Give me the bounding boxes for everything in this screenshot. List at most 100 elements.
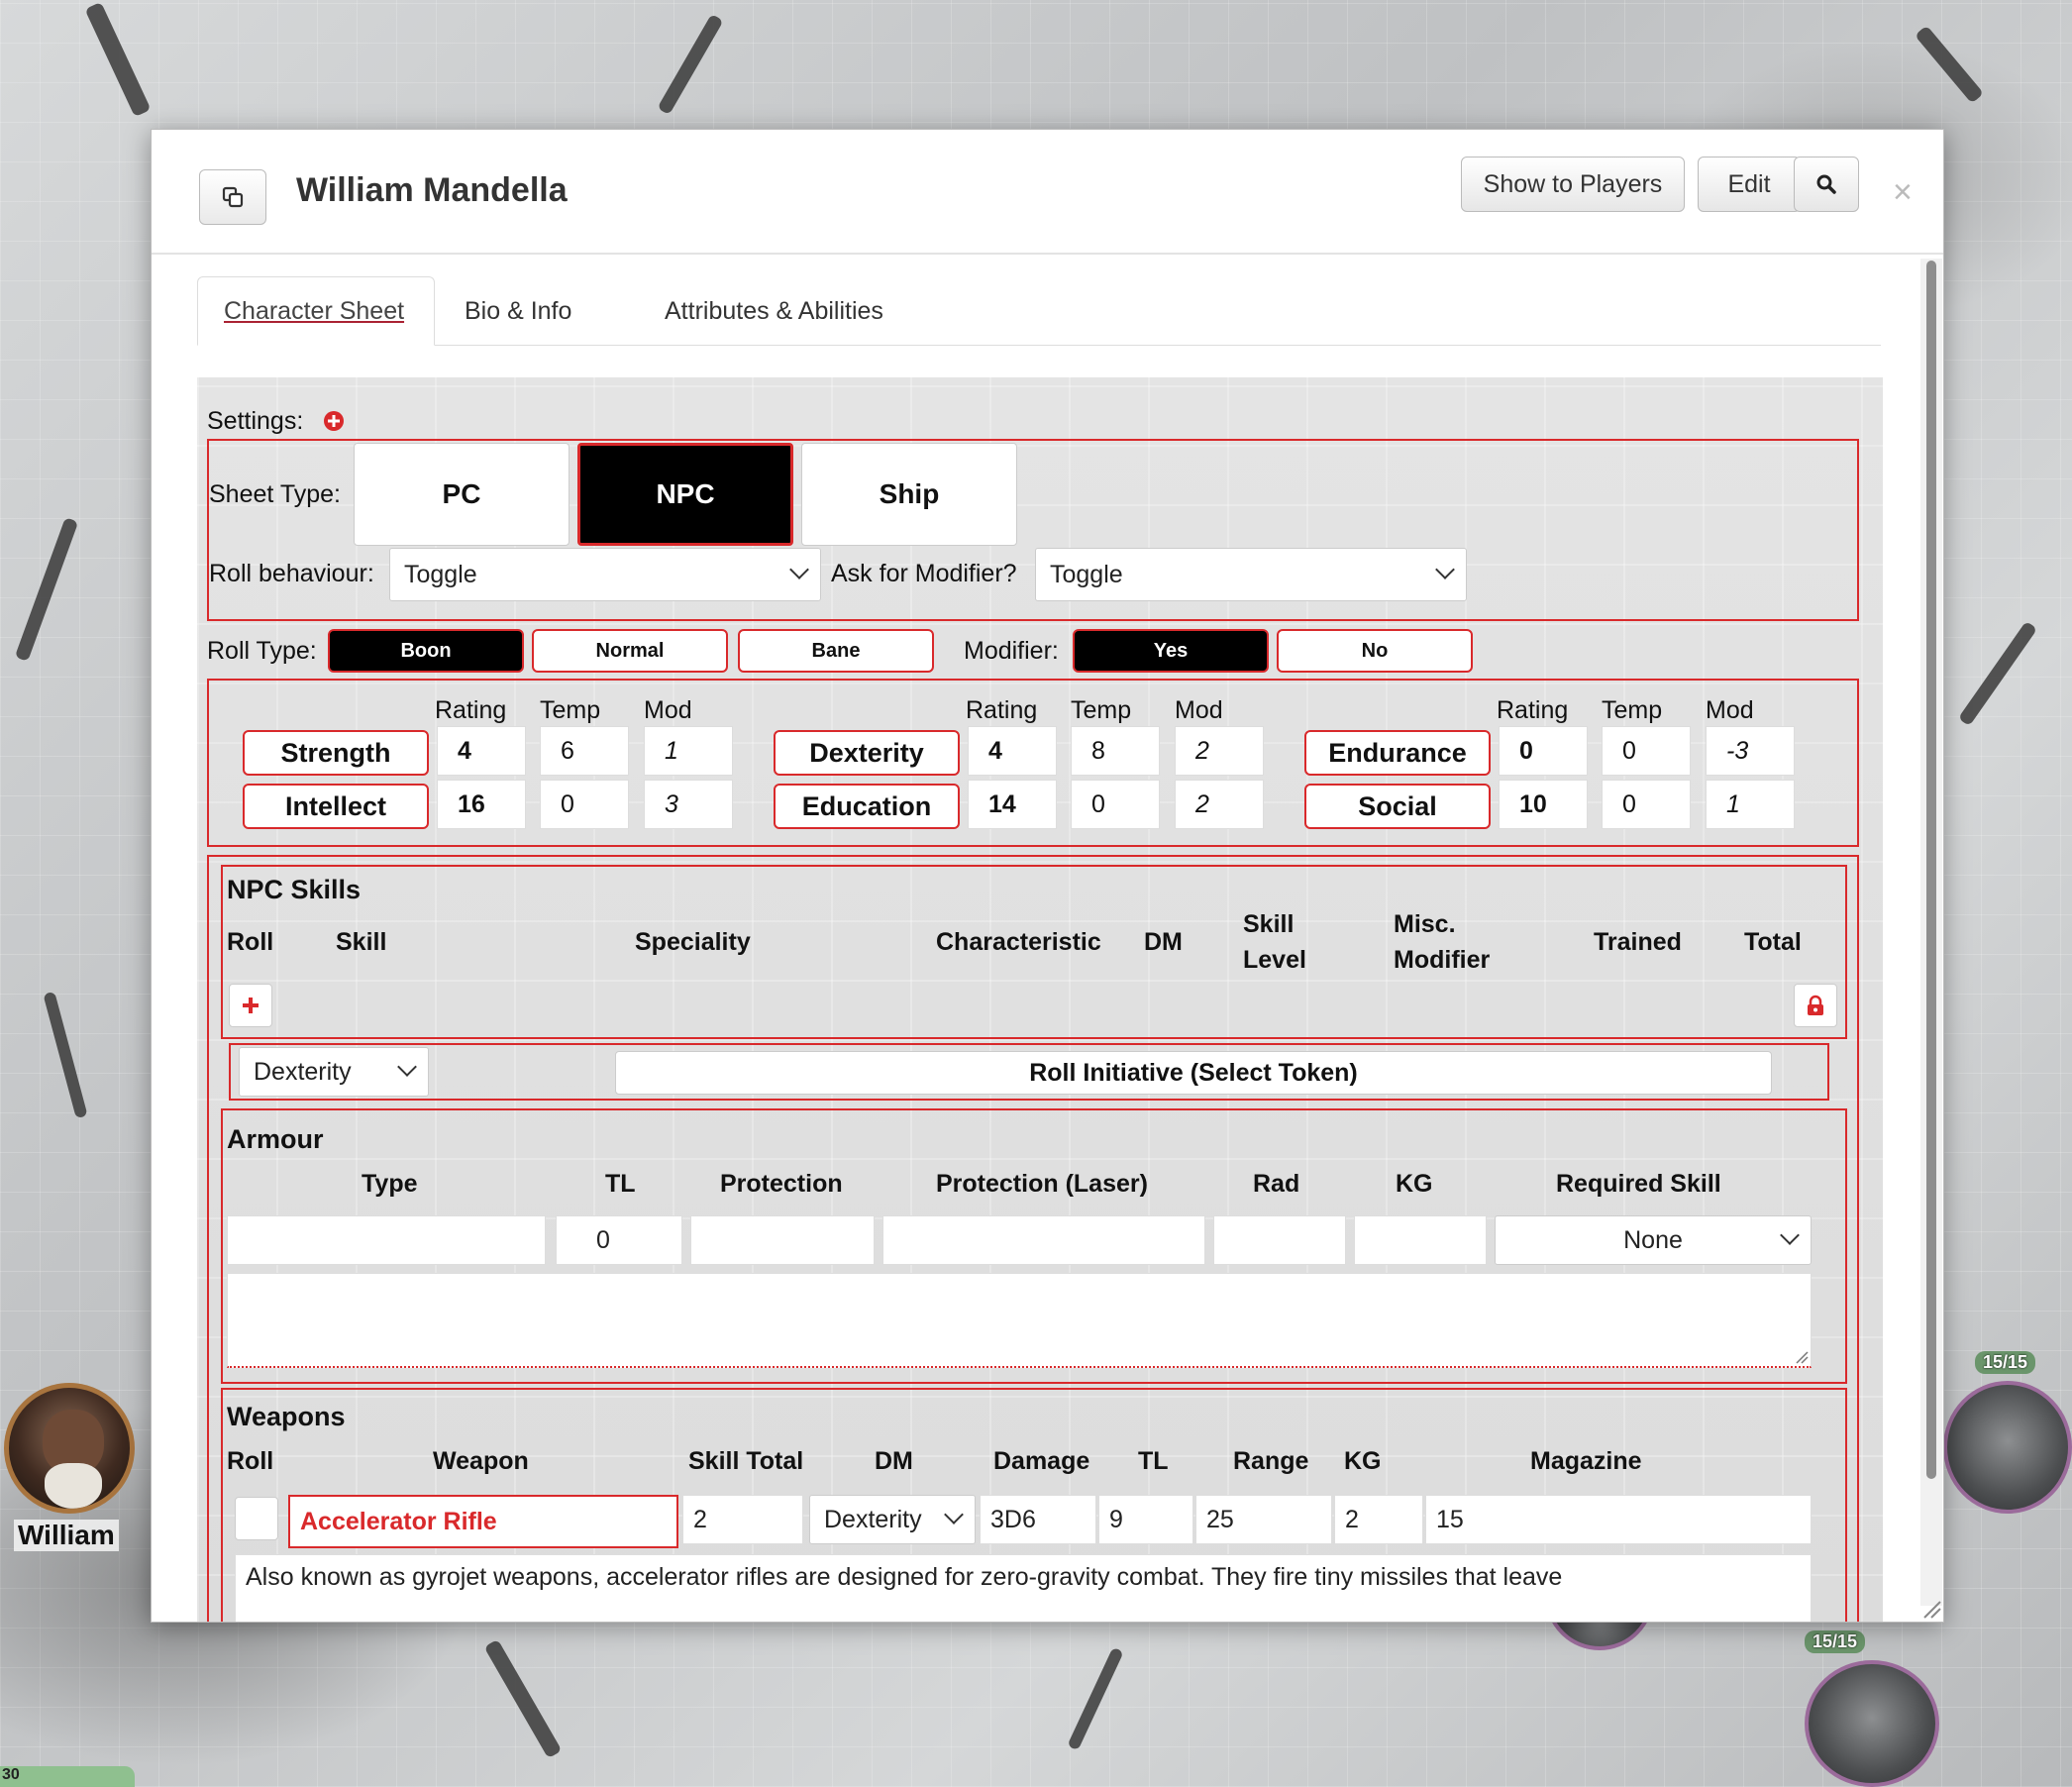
edit-button[interactable]: Edit: [1698, 157, 1801, 212]
armour-protection-input[interactable]: [690, 1215, 875, 1265]
strength-temp[interactable]: 6: [540, 726, 629, 776]
weapons-title: Weapons: [227, 1402, 346, 1431]
mod-header: Mod: [644, 696, 692, 724]
hp-badge: 15/15: [1805, 1630, 1866, 1653]
show-to-players-button[interactable]: Show to Players: [1461, 157, 1685, 212]
social-temp[interactable]: 0: [1602, 780, 1691, 829]
search-button[interactable]: [1794, 157, 1859, 212]
education-temp[interactable]: 0: [1071, 780, 1160, 829]
armour-kg-input[interactable]: [1354, 1215, 1487, 1265]
weapon-dm-value: Dexterity: [824, 1505, 922, 1533]
armour-notes-textarea[interactable]: [227, 1273, 1812, 1368]
enemy-token[interactable]: [1805, 1660, 1939, 1787]
map-crack: [14, 517, 79, 662]
weapon-roll-button[interactable]: [235, 1497, 278, 1540]
roll-initiative-button[interactable]: Roll Initiative (Select Token): [615, 1051, 1772, 1095]
scrollbar-thumb[interactable]: [1926, 261, 1936, 1479]
strength-roll-button[interactable]: Strength: [243, 730, 429, 776]
armour-type-header: Type: [362, 1170, 418, 1198]
weapon-kg-input[interactable]: 2: [1334, 1495, 1423, 1544]
tab-attributes-abilities[interactable]: Attributes & Abilities: [639, 276, 909, 346]
weapon-skill-total-input[interactable]: 2: [682, 1495, 803, 1544]
character-sheet: Settings: Sheet Type: PC NPC Ship Roll b…: [197, 377, 1883, 1622]
armour-required-skill-header: Required Skill: [1556, 1170, 1721, 1198]
dexterity-temp[interactable]: 8: [1071, 726, 1160, 776]
intellect-roll-button[interactable]: Intellect: [243, 784, 429, 829]
popout-icon: [222, 186, 244, 208]
sheet-type-npc-button[interactable]: NPC: [577, 443, 793, 546]
settings-label: Settings:: [207, 407, 304, 435]
initiative-characteristic-select[interactable]: Dexterity: [239, 1047, 429, 1097]
weapons-weapon-header: Weapon: [433, 1447, 529, 1475]
dexterity-roll-button[interactable]: Dexterity: [774, 730, 960, 776]
sheet-type-ship-button[interactable]: Ship: [801, 443, 1017, 546]
chevron-down-icon: [397, 1057, 417, 1077]
roll-type-boon-button[interactable]: Boon: [328, 629, 524, 673]
roll-type-label: Roll Type:: [207, 637, 317, 665]
temp-header: Temp: [1071, 696, 1132, 724]
endurance-temp[interactable]: 0: [1602, 726, 1691, 776]
education-roll-button[interactable]: Education: [774, 784, 960, 829]
modifier-yes-button[interactable]: Yes: [1073, 629, 1269, 673]
endurance-rating[interactable]: 0: [1499, 726, 1588, 776]
endurance-mod: -3: [1706, 726, 1795, 776]
tab-character-sheet[interactable]: Character Sheet: [197, 276, 435, 346]
ask-modifier-value: Toggle: [1050, 560, 1123, 588]
armour-tl-input[interactable]: 0: [556, 1215, 682, 1265]
token-beard: [45, 1463, 102, 1509]
dexterity-mod: 2: [1175, 726, 1264, 776]
weapon-description-textarea[interactable]: Also known as gyrojet weapons, accelerat…: [235, 1554, 1812, 1622]
resize-handle-icon[interactable]: [1920, 1598, 1942, 1620]
add-settings-icon[interactable]: [322, 409, 346, 433]
close-icon[interactable]: ×: [1893, 173, 1913, 212]
bottom-hp-bar: 30: [0, 1766, 135, 1787]
enemy-token[interactable]: [1943, 1381, 2072, 1514]
armour-type-input[interactable]: [227, 1215, 546, 1265]
william-token[interactable]: [4, 1383, 135, 1514]
social-roll-button[interactable]: Social: [1304, 784, 1491, 829]
textarea-resize-icon[interactable]: [1795, 1350, 1809, 1364]
armour-required-skill-select[interactable]: None: [1495, 1215, 1812, 1265]
lock-skills-button[interactable]: [1794, 984, 1837, 1027]
modifier-no-button[interactable]: No: [1277, 629, 1473, 673]
endurance-roll-button[interactable]: Endurance: [1304, 730, 1491, 776]
weapon-range-input[interactable]: 25: [1195, 1495, 1332, 1544]
map-crack: [483, 1638, 563, 1759]
dexterity-rating[interactable]: 4: [968, 726, 1057, 776]
weapon-tl-input[interactable]: 9: [1098, 1495, 1193, 1544]
sheet-type-pc-button[interactable]: PC: [354, 443, 570, 546]
weapon-damage-input[interactable]: 3D6: [980, 1495, 1096, 1544]
weapon-dm-select[interactable]: Dexterity: [809, 1495, 976, 1544]
weapon-name-input[interactable]: Accelerator Rifle: [288, 1495, 678, 1548]
dialog-header: William Mandella Show to Players Edit ×: [152, 130, 1943, 255]
social-rating[interactable]: 10: [1499, 780, 1588, 829]
intellect-temp[interactable]: 0: [540, 780, 629, 829]
roll-type-bane-button[interactable]: Bane: [738, 629, 934, 673]
weapons-range-header: Range: [1233, 1447, 1309, 1475]
popout-button[interactable]: [199, 169, 266, 225]
chevron-down-icon: [944, 1505, 964, 1524]
armour-protection-laser-input[interactable]: [882, 1215, 1205, 1265]
plus-icon: [243, 998, 259, 1013]
weapon-magazine-input[interactable]: 15: [1425, 1495, 1812, 1544]
armour-rad-input[interactable]: [1213, 1215, 1346, 1265]
dialog-scrollbar[interactable]: [1920, 259, 1942, 1606]
roll-behaviour-select[interactable]: Toggle: [389, 548, 821, 601]
skills-speciality-header: Speciality: [635, 928, 751, 956]
tab-bio-info[interactable]: Bio & Info: [439, 276, 597, 346]
armour-protection-header: Protection: [720, 1170, 843, 1198]
lock-icon: [1808, 995, 1823, 1015]
initiative-characteristic-value: Dexterity: [254, 1057, 352, 1086]
roll-type-normal-button[interactable]: Normal: [532, 629, 728, 673]
strength-rating[interactable]: 4: [437, 726, 526, 776]
skills-total-header: Total: [1744, 928, 1802, 956]
map-crack: [43, 991, 88, 1119]
intellect-rating[interactable]: 16: [437, 780, 526, 829]
add-skill-button[interactable]: [229, 984, 272, 1027]
weapons-kg-header: KG: [1344, 1447, 1382, 1475]
ask-modifier-select[interactable]: Toggle: [1035, 548, 1467, 601]
chevron-down-icon: [789, 560, 809, 579]
education-rating[interactable]: 14: [968, 780, 1057, 829]
temp-header: Temp: [1602, 696, 1663, 724]
skills-roll-header: Roll: [227, 928, 274, 956]
